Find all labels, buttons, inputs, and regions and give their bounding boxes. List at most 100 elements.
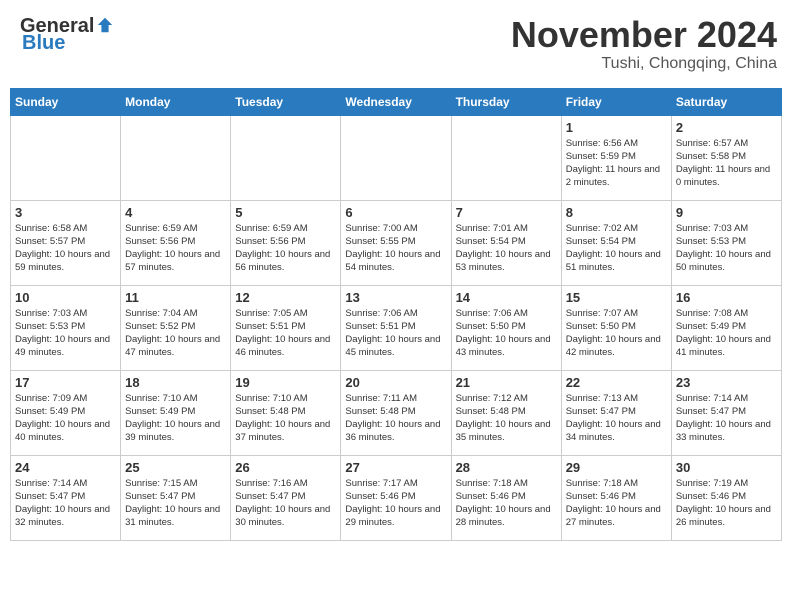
calendar-cell: 12 Sunrise: 7:05 AMSunset: 5:51 PMDayligh… — [231, 285, 341, 370]
day-number: 28 — [456, 460, 557, 475]
day-number: 29 — [566, 460, 667, 475]
calendar-week-row: 17 Sunrise: 7:09 AMSunset: 5:49 PMDayligh… — [11, 370, 782, 455]
day-info: Sunrise: 7:06 AMSunset: 5:50 PMDaylight:… — [456, 307, 557, 360]
day-number: 22 — [566, 375, 667, 390]
weekday-header-monday: Monday — [121, 88, 231, 115]
calendar-cell: 3 Sunrise: 6:58 AMSunset: 5:57 PMDaylight… — [11, 200, 121, 285]
day-info: Sunrise: 7:04 AMSunset: 5:52 PMDaylight:… — [125, 307, 226, 360]
calendar-cell: 13 Sunrise: 7:06 AMSunset: 5:51 PMDayligh… — [341, 285, 451, 370]
calendar-cell: 22 Sunrise: 7:13 AMSunset: 5:47 PMDayligh… — [561, 370, 671, 455]
calendar-cell: 30 Sunrise: 7:19 AMSunset: 5:46 PMDayligh… — [671, 455, 781, 540]
calendar-cell: 6 Sunrise: 7:00 AMSunset: 5:55 PMDaylight… — [341, 200, 451, 285]
weekday-header-saturday: Saturday — [671, 88, 781, 115]
calendar-cell: 1Sunrise: 6:56 AMSunset: 5:59 PMDaylight… — [561, 115, 671, 200]
day-number: 8 — [566, 205, 667, 220]
logo: General Blue — [20, 15, 114, 55]
day-info: Sunrise: 7:01 AMSunset: 5:54 PMDaylight:… — [456, 222, 557, 275]
day-info: Sunrise: 7:14 AMSunset: 5:47 PMDaylight:… — [15, 477, 116, 530]
day-number: 14 — [456, 290, 557, 305]
calendar-cell: 18Sunrise: 7:10 AMSunset: 5:49 PMDayligh… — [121, 370, 231, 455]
calendar-cell: 23 Sunrise: 7:14 AMSunset: 5:47 PMDayligh… — [671, 370, 781, 455]
day-number: 17 — [15, 375, 116, 390]
day-number: 3 — [15, 205, 116, 220]
weekday-header-friday: Friday — [561, 88, 671, 115]
logo-blue-text: Blue — [22, 32, 65, 55]
day-info: Sunrise: 6:58 AMSunset: 5:57 PMDaylight:… — [15, 222, 116, 275]
calendar-cell — [451, 115, 561, 200]
calendar-cell: 19 Sunrise: 7:10 AMSunset: 5:48 PMDayligh… — [231, 370, 341, 455]
day-info: Sunrise: 7:03 AMSunset: 5:53 PMDaylight:… — [15, 307, 116, 360]
title-block: November 2024 Tushi, Chongqing, China — [511, 15, 777, 73]
day-number: 6 — [345, 205, 446, 220]
day-info: Sunrise: 7:09 AMSunset: 5:49 PMDaylight:… — [15, 392, 116, 445]
calendar-header-row: SundayMondayTuesdayWednesdayThursdayFrid… — [11, 88, 782, 115]
day-info: Sunrise: 7:14 AMSunset: 5:47 PMDaylight:… — [676, 392, 777, 445]
day-info: Sunrise: 7:03 AMSunset: 5:53 PMDaylight:… — [676, 222, 777, 275]
calendar-cell: 8 Sunrise: 7:02 AMSunset: 5:54 PMDaylight… — [561, 200, 671, 285]
calendar-cell: 25Sunrise: 7:15 AMSunset: 5:47 PMDayligh… — [121, 455, 231, 540]
day-number: 26 — [235, 460, 336, 475]
day-number: 10 — [15, 290, 116, 305]
day-info: Sunrise: 7:19 AMSunset: 5:46 PMDaylight:… — [676, 477, 777, 530]
calendar-cell: 4 Sunrise: 6:59 AMSunset: 5:56 PMDaylight… — [121, 200, 231, 285]
location: Tushi, Chongqing, China — [511, 55, 777, 73]
calendar-cell: 5Sunrise: 6:59 AMSunset: 5:56 PMDaylight… — [231, 200, 341, 285]
calendar-week-row: 10 Sunrise: 7:03 AMSunset: 5:53 PMDayligh… — [11, 285, 782, 370]
day-info: Sunrise: 6:59 AMSunset: 5:56 PMDaylight:… — [125, 222, 226, 275]
day-info: Sunrise: 7:18 AMSunset: 5:46 PMDaylight:… — [456, 477, 557, 530]
day-number: 12 — [235, 290, 336, 305]
day-info: Sunrise: 7:17 AMSunset: 5:46 PMDaylight:… — [345, 477, 446, 530]
day-number: 27 — [345, 460, 446, 475]
day-number: 2 — [676, 120, 777, 135]
calendar-week-row: 24 Sunrise: 7:14 AMSunset: 5:47 PMDayligh… — [11, 455, 782, 540]
day-number: 30 — [676, 460, 777, 475]
day-info: Sunrise: 7:16 AMSunset: 5:47 PMDaylight:… — [235, 477, 336, 530]
calendar-cell: 29Sunrise: 7:18 AMSunset: 5:46 PMDayligh… — [561, 455, 671, 540]
calendar-cell: 14 Sunrise: 7:06 AMSunset: 5:50 PMDayligh… — [451, 285, 561, 370]
calendar-cell — [341, 115, 451, 200]
day-info: Sunrise: 6:59 AMSunset: 5:56 PMDaylight:… — [235, 222, 336, 275]
page-header: General Blue November 2024 Tushi, Chongq… — [10, 10, 782, 78]
day-info: Sunrise: 7:11 AMSunset: 5:48 PMDaylight:… — [345, 392, 446, 445]
calendar-cell: 27 Sunrise: 7:17 AMSunset: 5:46 PMDayligh… — [341, 455, 451, 540]
day-info: Sunrise: 7:06 AMSunset: 5:51 PMDaylight:… — [345, 307, 446, 360]
day-info: Sunrise: 7:13 AMSunset: 5:47 PMDaylight:… — [566, 392, 667, 445]
calendar-cell: 26 Sunrise: 7:16 AMSunset: 5:47 PMDayligh… — [231, 455, 341, 540]
calendar-cell: 11Sunrise: 7:04 AMSunset: 5:52 PMDayligh… — [121, 285, 231, 370]
calendar-cell — [231, 115, 341, 200]
calendar-cell — [11, 115, 121, 200]
day-number: 25 — [125, 460, 226, 475]
calendar-cell: 21Sunrise: 7:12 AMSunset: 5:48 PMDayligh… — [451, 370, 561, 455]
day-number: 19 — [235, 375, 336, 390]
day-number: 16 — [676, 290, 777, 305]
calendar-cell — [121, 115, 231, 200]
calendar-cell: 9Sunrise: 7:03 AMSunset: 5:53 PMDaylight… — [671, 200, 781, 285]
day-info: Sunrise: 6:57 AMSunset: 5:58 PMDaylight:… — [676, 137, 777, 190]
calendar-cell: 10 Sunrise: 7:03 AMSunset: 5:53 PMDayligh… — [11, 285, 121, 370]
day-info: Sunrise: 7:08 AMSunset: 5:49 PMDaylight:… — [676, 307, 777, 360]
calendar-cell: 15Sunrise: 7:07 AMSunset: 5:50 PMDayligh… — [561, 285, 671, 370]
calendar-cell: 16 Sunrise: 7:08 AMSunset: 5:49 PMDayligh… — [671, 285, 781, 370]
calendar-body: 1Sunrise: 6:56 AMSunset: 5:59 PMDaylight… — [11, 115, 782, 540]
weekday-header-thursday: Thursday — [451, 88, 561, 115]
day-info: Sunrise: 7:00 AMSunset: 5:55 PMDaylight:… — [345, 222, 446, 275]
day-number: 7 — [456, 205, 557, 220]
calendar-cell: 20Sunrise: 7:11 AMSunset: 5:48 PMDayligh… — [341, 370, 451, 455]
day-number: 23 — [676, 375, 777, 390]
day-number: 1 — [566, 120, 667, 135]
logo-icon — [96, 16, 114, 34]
calendar-table: SundayMondayTuesdayWednesdayThursdayFrid… — [10, 88, 782, 541]
day-number: 24 — [15, 460, 116, 475]
day-number: 4 — [125, 205, 226, 220]
day-info: Sunrise: 7:10 AMSunset: 5:48 PMDaylight:… — [235, 392, 336, 445]
day-number: 15 — [566, 290, 667, 305]
calendar-cell: 7 Sunrise: 7:01 AMSunset: 5:54 PMDaylight… — [451, 200, 561, 285]
day-info: Sunrise: 7:02 AMSunset: 5:54 PMDaylight:… — [566, 222, 667, 275]
day-info: Sunrise: 7:05 AMSunset: 5:51 PMDaylight:… — [235, 307, 336, 360]
month-title: November 2024 — [511, 15, 777, 55]
weekday-header-sunday: Sunday — [11, 88, 121, 115]
day-info: Sunrise: 7:10 AMSunset: 5:49 PMDaylight:… — [125, 392, 226, 445]
weekday-header-wednesday: Wednesday — [341, 88, 451, 115]
day-number: 13 — [345, 290, 446, 305]
day-info: Sunrise: 7:12 AMSunset: 5:48 PMDaylight:… — [456, 392, 557, 445]
